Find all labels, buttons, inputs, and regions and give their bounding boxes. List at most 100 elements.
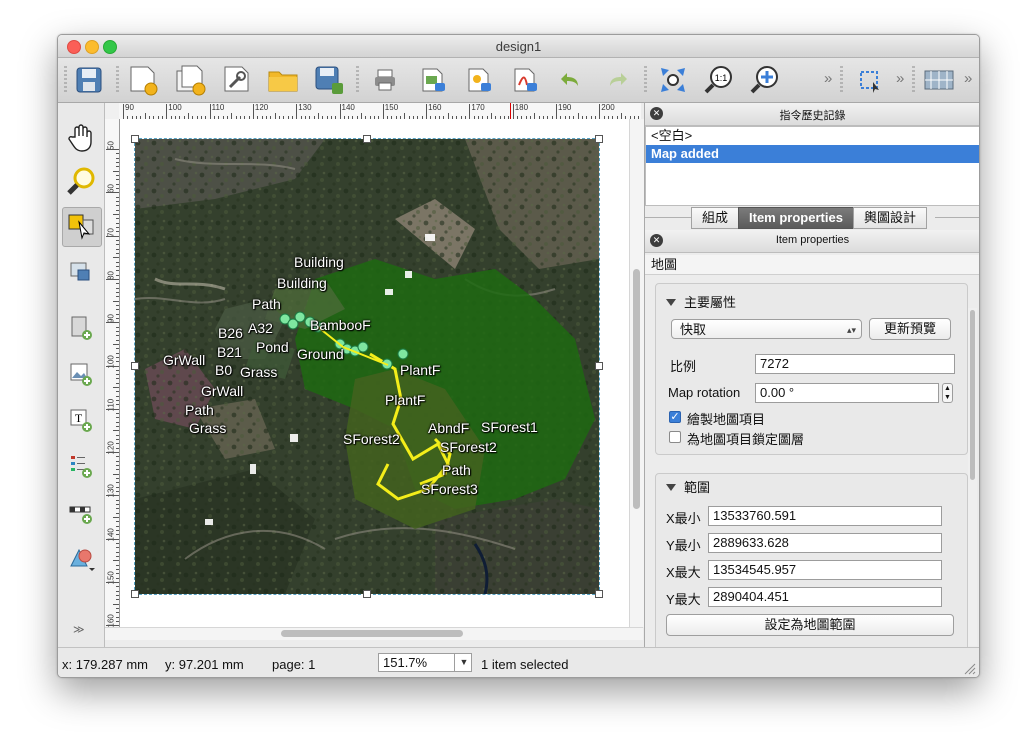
tab-item-properties[interactable]: Item properties bbox=[738, 207, 854, 229]
toolbar-grip[interactable] bbox=[64, 66, 67, 94]
ruler-tick-label: 150 bbox=[384, 103, 399, 112]
add-legend-icon[interactable] bbox=[62, 447, 100, 485]
resize-handle[interactable] bbox=[131, 590, 139, 598]
select-item-icon[interactable] bbox=[62, 207, 102, 247]
item-properties-header: ✕ Item properties bbox=[645, 230, 979, 253]
new-composer-icon[interactable] bbox=[124, 61, 162, 99]
scrollbar-thumb[interactable] bbox=[281, 630, 463, 637]
ruler-tick bbox=[113, 300, 119, 302]
group-header[interactable]: 主要屬性 bbox=[666, 292, 736, 311]
pan-hand-icon[interactable] bbox=[62, 119, 100, 157]
update-preview-button[interactable]: 更新預覽 bbox=[869, 318, 951, 340]
ruler-tick bbox=[116, 391, 119, 393]
toolbar-overflow-button[interactable]: » bbox=[896, 70, 904, 87]
composer-canvas[interactable]: Building Building Path B26 A32 BambooF B… bbox=[120, 119, 635, 627]
add-shape-icon[interactable] bbox=[62, 539, 100, 577]
resize-handle[interactable] bbox=[595, 135, 603, 143]
save-icon[interactable] bbox=[70, 61, 108, 99]
move-content-icon[interactable] bbox=[62, 253, 100, 291]
export-image-icon[interactable] bbox=[414, 61, 452, 99]
scale-input[interactable]: 7272 bbox=[755, 354, 955, 374]
composer-manager-icon[interactable] bbox=[218, 61, 256, 99]
ruler-tick bbox=[116, 196, 119, 198]
redo-icon[interactable] bbox=[598, 61, 636, 99]
item-toolbar-overflow-icon[interactable]: ≫ bbox=[73, 623, 85, 636]
add-label-icon[interactable]: T bbox=[62, 401, 100, 439]
ruler-tick bbox=[116, 426, 119, 428]
resize-handle[interactable] bbox=[131, 135, 139, 143]
map-rotation-input[interactable]: 0.00 ° bbox=[755, 383, 939, 403]
ruler-tick bbox=[209, 104, 211, 119]
ruler-tick bbox=[116, 239, 119, 241]
ruler-tick bbox=[116, 530, 119, 532]
resize-handle[interactable] bbox=[595, 362, 603, 370]
zoom-in-icon[interactable] bbox=[746, 61, 784, 99]
ymin-input[interactable]: 2889633.628 bbox=[708, 533, 942, 553]
ruler-tick bbox=[116, 612, 119, 614]
ruler-tick bbox=[116, 504, 119, 506]
tab-composition[interactable]: 組成 bbox=[691, 207, 740, 229]
resize-handle[interactable] bbox=[363, 590, 371, 598]
toolbar-overflow-button[interactable]: » bbox=[964, 70, 972, 87]
group-title: 主要屬性 bbox=[684, 295, 737, 310]
xmax-input[interactable]: 13534545.957 bbox=[708, 560, 942, 580]
undo-icon[interactable] bbox=[552, 61, 590, 99]
save-as-template-icon[interactable] bbox=[310, 61, 348, 99]
resize-handle[interactable] bbox=[131, 362, 139, 370]
canvas-horizontal-scrollbar[interactable] bbox=[105, 627, 643, 640]
lock-layers-checkbox[interactable] bbox=[669, 431, 681, 443]
scrollbar-thumb[interactable] bbox=[633, 269, 640, 509]
ruler-tick bbox=[116, 556, 119, 558]
add-image-icon[interactable] bbox=[62, 355, 100, 393]
scrollbar-thumb[interactable] bbox=[970, 310, 975, 480]
ruler-tick bbox=[106, 582, 119, 583]
ruler-tick bbox=[116, 309, 119, 311]
toolbar-overflow-button[interactable]: » bbox=[824, 70, 832, 87]
tab-atlas[interactable]: 輿圖設計 bbox=[852, 207, 927, 229]
resize-handle[interactable] bbox=[595, 590, 603, 598]
resize-grip-icon[interactable] bbox=[964, 663, 976, 675]
command-history-list[interactable]: <空白> Map added bbox=[645, 126, 979, 206]
toolbar-separator bbox=[840, 66, 843, 94]
ruler-tick bbox=[116, 395, 119, 397]
preview-mode-select[interactable]: 快取 ▴▾ bbox=[671, 319, 862, 339]
export-pdf-icon[interactable] bbox=[506, 61, 544, 99]
export-svg-icon[interactable] bbox=[460, 61, 498, 99]
ymax-input[interactable]: 2890404.451 bbox=[708, 587, 942, 607]
ruler-tick bbox=[116, 339, 119, 341]
canvas-vertical-scrollbar[interactable] bbox=[629, 119, 644, 627]
collapse-triangle-icon[interactable] bbox=[666, 299, 676, 306]
zoom-full-icon[interactable] bbox=[654, 61, 692, 99]
collapse-triangle-icon[interactable] bbox=[666, 484, 676, 491]
select-move-icon[interactable] bbox=[850, 61, 888, 99]
print-icon[interactable] bbox=[366, 61, 404, 99]
zoom-tool-icon[interactable] bbox=[62, 163, 100, 201]
map-label: GrWall bbox=[163, 352, 206, 368]
open-folder-icon[interactable] bbox=[264, 61, 302, 99]
map-label: B26 bbox=[218, 325, 243, 341]
map-label: Grass bbox=[240, 364, 278, 380]
map-item[interactable]: Building Building Path B26 A32 BambooF B… bbox=[134, 138, 600, 595]
history-item[interactable]: <空白> bbox=[646, 127, 979, 145]
rotation-spin-button[interactable]: ▲ ▼ bbox=[942, 383, 953, 403]
atlas-icon[interactable] bbox=[920, 61, 958, 99]
zoom-actual-icon[interactable]: 1:1 bbox=[700, 61, 738, 99]
set-map-extent-button[interactable]: 設定為地圖範圍 bbox=[666, 614, 954, 636]
ruler-tick bbox=[116, 382, 119, 384]
resize-handle[interactable] bbox=[363, 135, 371, 143]
zoom-dropdown-arrow-icon[interactable]: ▼ bbox=[454, 653, 473, 672]
duplicate-composer-icon[interactable] bbox=[172, 61, 210, 99]
ruler-tick bbox=[116, 547, 119, 549]
map-label: SForest2 bbox=[440, 439, 497, 455]
group-header[interactable]: 範圍 bbox=[666, 477, 710, 496]
ruler-tick bbox=[116, 460, 119, 462]
draw-map-items-checkbox[interactable]: ✓ bbox=[669, 411, 681, 423]
add-scalebar-icon[interactable] bbox=[62, 493, 100, 531]
add-map-icon[interactable] bbox=[62, 309, 100, 347]
xmin-input[interactable]: 13533760.591 bbox=[708, 506, 942, 526]
history-item-selected[interactable]: Map added bbox=[646, 145, 979, 163]
ymin-label: Y最小 bbox=[666, 538, 701, 553]
properties-scrollbar[interactable] bbox=[968, 308, 977, 646]
ruler-tick bbox=[106, 538, 119, 540]
ruler-tick bbox=[116, 244, 119, 246]
